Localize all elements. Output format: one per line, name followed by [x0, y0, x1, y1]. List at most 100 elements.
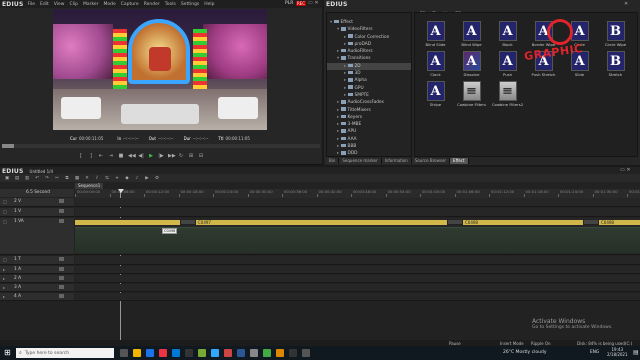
menu-item-settings[interactable]: Settings — [181, 2, 199, 7]
menu-item-mode[interactable]: Mode — [104, 2, 116, 7]
delete-icon[interactable]: ✕ — [84, 176, 90, 181]
menu-item-edit[interactable]: Edit — [40, 2, 49, 7]
track-header-1-t[interactable]: 1 T □ — [0, 256, 74, 265]
track-header-1-a[interactable]: 1 A ▸ — [0, 266, 74, 274]
effect-circle-wipe[interactable]: B Circle Wipe — [599, 21, 632, 47]
tree-item-alpha[interactable]: ▸ Alpha — [327, 77, 411, 84]
effect-cowbine-filters[interactable]: ≡ Cowbine Filters — [455, 81, 488, 107]
tree-item-ddd[interactable]: ▸ DDD — [327, 150, 411, 156]
effect-blind-wipe[interactable]: A Blind Wipe — [455, 21, 488, 47]
tree-item-bbb[interactable]: ▸ BBB — [327, 143, 411, 150]
folder-app-icon[interactable] — [276, 349, 284, 357]
green-app-icon[interactable] — [263, 349, 271, 357]
effect-dissolve[interactable]: A Dissolve — [455, 51, 488, 77]
taskbar-search[interactable]: ⌕ Type here to search — [16, 348, 114, 358]
timeline-close-icon[interactable]: ▭ ✕ — [620, 167, 631, 173]
tab-source-browser[interactable]: Source Browser — [411, 158, 451, 164]
track-toggle-icon[interactable]: ▸ — [3, 267, 5, 272]
media-player-icon[interactable] — [289, 349, 297, 357]
track-header-1-va[interactable]: 1 VA □ — [0, 218, 74, 255]
tree-item-keyers[interactable]: ▸ Keyers — [327, 114, 411, 121]
track-sync-icon[interactable] — [59, 285, 64, 289]
settings-icon[interactable]: ⚙ — [154, 176, 160, 181]
language[interactable]: ENG — [590, 350, 599, 355]
task-view-icon[interactable] — [120, 349, 128, 357]
file-explorer-icon[interactable] — [133, 349, 141, 357]
photoshop-icon[interactable] — [211, 349, 219, 357]
step-forward-icon[interactable]: |▶ — [158, 153, 164, 159]
tab-sequence-marker[interactable]: Sequence marker — [339, 158, 382, 164]
effect-push[interactable]: A Push — [491, 51, 524, 77]
effect-clock[interactable]: A Clock — [419, 51, 452, 77]
tree-item-3d[interactable]: ▸ 3D — [327, 70, 411, 77]
track-sync-icon[interactable] — [59, 267, 64, 271]
tree-item-effect[interactable]: ▾ Effect — [327, 19, 411, 26]
audio-waveform[interactable] — [75, 227, 640, 253]
tab-bin[interactable]: Bin — [326, 158, 340, 164]
set-in-icon[interactable]: [ — [78, 153, 84, 159]
track-lane-1-v[interactable] — [75, 208, 640, 217]
track-lane-1-a[interactable] — [75, 266, 640, 274]
rewind-icon[interactable]: ◀◀ — [128, 153, 136, 159]
track-sync-icon[interactable] — [59, 219, 64, 223]
track-lane-1-t[interactable] — [75, 256, 640, 265]
effect-cowbine-filters2[interactable]: ≡ Cowbine Filters2 — [491, 81, 524, 107]
clip-name[interactable]: C0497 — [198, 220, 211, 225]
tree-item-audiofilters[interactable]: ▸ AudioFilters — [327, 48, 411, 55]
clip-name[interactable]: C0498 — [601, 220, 614, 225]
ps-icon[interactable] — [198, 349, 206, 357]
menu-item-tools[interactable]: Tools — [165, 2, 176, 7]
track-header-2-v[interactable]: 2 V □ — [0, 198, 74, 207]
rec-badge[interactable]: REC — [296, 1, 307, 6]
redo-icon[interactable]: ↷ — [44, 176, 50, 181]
copy-icon[interactable]: ⧉ — [64, 176, 70, 181]
clip-name[interactable]: C0498 — [465, 220, 478, 225]
open-icon[interactable]: ▤ — [14, 176, 20, 181]
tree-item-color-correction[interactable]: ▸ Color Correction — [327, 34, 411, 41]
ripple-icon[interactable]: ⇆ — [104, 176, 110, 181]
tree-item-titlemixers[interactable]: ▸ TitleMixers — [327, 107, 411, 114]
menu-item-clip[interactable]: Clip — [69, 2, 78, 7]
store-icon[interactable] — [237, 349, 245, 357]
tab-information[interactable]: Information — [381, 158, 412, 164]
video-preview[interactable] — [53, 9, 267, 130]
track-lane-2-a[interactable] — [75, 275, 640, 283]
chrome-icon[interactable] — [146, 349, 154, 357]
tree-item-apu[interactable]: ▸ APU — [327, 128, 411, 135]
set-out-icon[interactable]: ] — [88, 153, 94, 159]
tab-effect[interactable]: Effect — [450, 158, 469, 164]
track-toggle-icon[interactable]: ▸ — [3, 294, 5, 299]
track-sync-icon[interactable] — [59, 257, 64, 261]
in-point-icon[interactable]: ⇤ — [98, 153, 104, 159]
tree-item-videofilters[interactable]: ▾ VideoFilters — [327, 26, 411, 33]
menu-item-file[interactable]: File — [28, 2, 36, 7]
tree-item-audiocrossfades[interactable]: ▸ AudioCrossFades — [327, 99, 411, 106]
menu-item-capture[interactable]: Capture — [121, 2, 139, 7]
track-header-1-v[interactable]: 1 V □ — [0, 208, 74, 217]
track-lane-2-v[interactable] — [75, 198, 640, 207]
tree-item-2d[interactable]: ▸ 2D — [327, 62, 411, 71]
track-toggle-icon[interactable]: □ — [3, 209, 7, 214]
edge-icon[interactable] — [172, 349, 180, 357]
out-point-icon[interactable]: ⇥ — [108, 153, 114, 159]
effect-stripe[interactable]: A Stripe — [419, 81, 452, 107]
track-header-4-a[interactable]: 4 A ▸ — [0, 293, 74, 301]
track-lane-4-a[interactable] — [75, 293, 640, 301]
tree-item-smpte[interactable]: ▸ SMPTE — [327, 92, 411, 99]
effect-stretch[interactable]: B Stretch — [599, 51, 632, 77]
windows-start-icon[interactable]: ⊞ — [4, 348, 11, 357]
weather[interactable]: 26°C Mostly cloudy — [503, 350, 547, 355]
track-toggle-icon[interactable]: ▸ — [3, 276, 5, 281]
effect-blind-slide[interactable]: A Blind Slide — [419, 21, 452, 47]
overwrite-icon[interactable]: ⊟ — [198, 153, 204, 159]
track-toggle-icon[interactable]: □ — [3, 257, 7, 262]
video-clip-track[interactable] — [75, 220, 640, 225]
track-sync-icon[interactable] — [59, 276, 64, 280]
track-lane-3-a[interactable] — [75, 284, 640, 292]
tree-item-gpu[interactable]: ▸ GPU — [327, 85, 411, 92]
split-icon[interactable]: ⫽ — [94, 176, 100, 181]
mixer-icon[interactable]: ♪ — [134, 176, 140, 181]
track-header-2-a[interactable]: 2 A ▸ — [0, 275, 74, 283]
playhead-marker-icon[interactable] — [118, 189, 124, 193]
track-toggle-icon[interactable]: □ — [3, 199, 7, 204]
